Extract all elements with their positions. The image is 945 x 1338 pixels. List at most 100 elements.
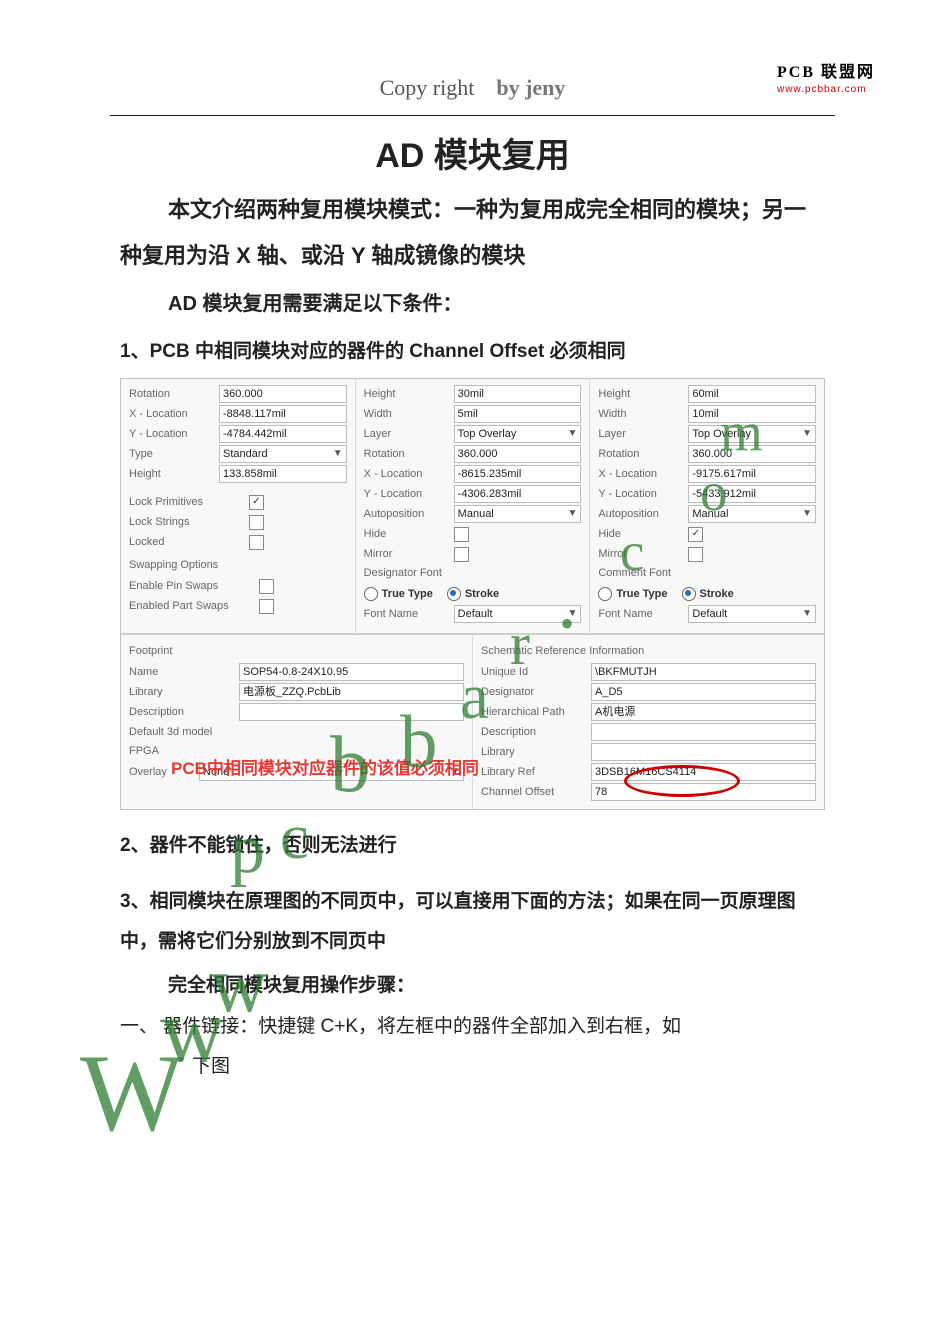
uid-value: \BKFMUTJH [591, 663, 816, 681]
libref-value: 3DSB16M16CS4114 [591, 763, 816, 781]
rotation-value: 360.000 [219, 385, 347, 403]
footprint-section: Footprint NameSOP54-0.8-24X10.95 Library… [121, 635, 472, 809]
dlayer-select[interactable]: Top Overlay ▼ [454, 425, 582, 443]
desig-tt-label: True Type [382, 588, 433, 600]
cxloc-label: X - Location [598, 466, 688, 482]
cmirror-label: Mirror [598, 546, 688, 562]
dmirror-label: Mirror [364, 546, 454, 562]
chevron-down-icon: ▼ [802, 606, 812, 622]
cyloc-value: -5433.912mil [688, 485, 816, 503]
byline: by jeny [496, 75, 565, 100]
schematic-ref-section: Schematic Reference Information Unique I… [472, 635, 824, 809]
lockprim-checkbox[interactable]: ✓ [249, 495, 264, 510]
dyloc-value: -4306.283mil [454, 485, 582, 503]
hpath-value: A机电源 [591, 703, 816, 721]
type-label: Type [129, 446, 219, 462]
height-value: 133.858mil [219, 465, 347, 483]
dheight-label: Height [364, 386, 454, 402]
dxloc-label: X - Location [364, 466, 454, 482]
dheight-value: 30mil [454, 385, 582, 403]
uid-label: Unique Id [481, 664, 591, 680]
drot-label: Rotation [364, 446, 454, 462]
fpdesc-value [239, 703, 464, 721]
step-1-line2: 下图 [120, 1047, 825, 1087]
srdesc-value [591, 723, 816, 741]
fpname-value: SOP54-0.8-24X10.95 [239, 663, 464, 681]
desig-stroke-label: Stroke [465, 588, 499, 600]
chide-checkbox[interactable]: ✓ [688, 527, 703, 542]
chevron-down-icon: ▼ [450, 764, 460, 780]
desig-fontname-value: Default [458, 606, 493, 622]
xloc-value: -8848.117mil [219, 405, 347, 423]
chevron-down-icon: ▼ [567, 426, 577, 442]
locked-label: Locked [129, 534, 249, 550]
cautopos-select[interactable]: Manual▼ [688, 505, 816, 523]
cautopos-label: Autoposition [598, 506, 688, 522]
comment-stroke-radio[interactable] [682, 587, 696, 601]
srdesc-label: Description [481, 724, 591, 740]
cwidth-label: Width [598, 406, 688, 422]
fpga-title: FPGA [129, 743, 464, 759]
overlay-select[interactable]: None ▼ [199, 763, 464, 781]
partswap-checkbox[interactable] [259, 599, 274, 614]
desig-fontname-select[interactable]: Default ▼ [454, 605, 582, 623]
drot-value: 360.000 [454, 445, 582, 463]
type-select[interactable]: Standard▼ [219, 445, 347, 463]
crot-value: 360.000 [688, 445, 816, 463]
libref-label: Library Ref [481, 764, 591, 780]
panel-col-designator: Height30mil Width5mil LayerTop Overlay▼ … [355, 379, 590, 633]
conditions-title: AD 模块复用需要满足以下条件： [120, 287, 825, 316]
fplib-label: Library [129, 684, 239, 700]
comment-tt-radio[interactable] [598, 587, 612, 601]
height-label: Height [129, 466, 219, 482]
swap-title: Swapping Options [129, 557, 347, 573]
condition-2: 2、器件不能锁住，否则无法进行 [120, 826, 825, 866]
desig-fontname-label: Font Name [364, 606, 454, 622]
desig-value: A_D5 [591, 683, 816, 701]
locked-checkbox[interactable] [249, 535, 264, 550]
cmirror-checkbox[interactable] [688, 547, 703, 562]
overlay-value: None [203, 764, 229, 780]
dlayer-value: Top Overlay [458, 426, 517, 442]
chevron-down-icon: ▼ [802, 426, 812, 442]
rotation-label: Rotation [129, 386, 219, 402]
intro-text: 本文介绍两种复用模块模式：一种为复用成完全相同的模块；另一种复用为沿 X 轴、或… [120, 197, 806, 268]
panel-col-component: Rotation360.000 X - Location-8848.117mil… [121, 379, 355, 633]
header-rule [110, 115, 835, 116]
dhide-checkbox[interactable] [454, 527, 469, 542]
property-panel: Rotation360.000 X - Location-8848.117mil… [120, 378, 825, 810]
yloc-value: -4784.442mil [219, 425, 347, 443]
schref-title: Schematic Reference Information [481, 643, 816, 659]
lockprim-label: Lock Primitives [129, 494, 249, 510]
chevron-down-icon: ▼ [567, 606, 577, 622]
chevron-down-icon: ▼ [802, 506, 812, 522]
comment-fontname-label: Font Name [598, 606, 688, 622]
lockstr-checkbox[interactable] [249, 515, 264, 530]
dautopos-select[interactable]: Manual▼ [454, 505, 582, 523]
chevron-down-icon: ▼ [333, 446, 343, 462]
clayer-value: Top Overlay [692, 426, 751, 442]
pinswap-checkbox[interactable] [259, 579, 274, 594]
yloc-label: Y - Location [129, 426, 219, 442]
cheight-value: 60mil [688, 385, 816, 403]
footprint-title: Footprint [129, 643, 464, 659]
choff-label: Channel Offset [481, 784, 591, 800]
dwidth-value: 5mil [454, 405, 582, 423]
comment-fontname-value: Default [692, 606, 727, 622]
chevron-down-icon: ▼ [567, 506, 577, 522]
copyright-text: Copy right [380, 75, 475, 100]
desig-label: Designator [481, 684, 591, 700]
cwidth-value: 10mil [688, 405, 816, 423]
pinswap-label: Enable Pin Swaps [129, 578, 259, 594]
dyloc-label: Y - Location [364, 486, 454, 502]
desig-stroke-radio[interactable] [447, 587, 461, 601]
fpdesc-label: Description [129, 704, 239, 720]
condition-1: 1、PCB 中相同模块对应的器件的 Channel Offset 必须相同 [120, 332, 825, 372]
desig-tt-radio[interactable] [364, 587, 378, 601]
intro-paragraph: 本文介绍两种复用模块模式：一种为复用成完全相同的模块；另一种复用为沿 X 轴、或… [120, 187, 825, 279]
dlayer-label: Layer [364, 426, 454, 442]
desig-font-title: Designator Font [364, 565, 582, 581]
clayer-select[interactable]: Top Overlay ▼ [688, 425, 816, 443]
dmirror-checkbox[interactable] [454, 547, 469, 562]
comment-fontname-select[interactable]: Default ▼ [688, 605, 816, 623]
